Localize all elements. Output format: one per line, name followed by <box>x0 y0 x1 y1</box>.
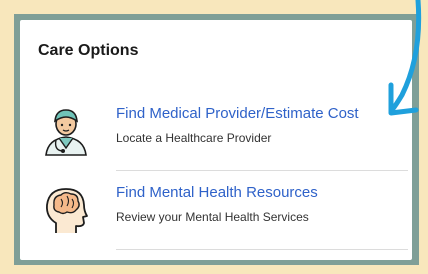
card-title: Care Options <box>38 42 139 59</box>
divider <box>116 249 408 250</box>
find-mental-health-link[interactable]: Find Mental Health Resources <box>116 184 318 201</box>
care-options-card: Care Options Find Medical Provider/Estim… <box>20 20 412 260</box>
find-medical-provider-subtitle: Locate a Healthcare Provider <box>116 131 272 145</box>
divider <box>116 170 408 171</box>
care-option-mental-health[interactable]: Find Mental Health Resources Review your… <box>20 179 412 245</box>
care-option-medical[interactable]: Find Medical Provider/Estimate Cost Loca… <box>20 100 412 166</box>
head-brain-icon <box>42 185 90 235</box>
find-medical-provider-link[interactable]: Find Medical Provider/Estimate Cost <box>116 105 359 122</box>
doctor-icon <box>42 106 90 156</box>
find-mental-health-subtitle: Review your Mental Health Services <box>116 210 309 224</box>
